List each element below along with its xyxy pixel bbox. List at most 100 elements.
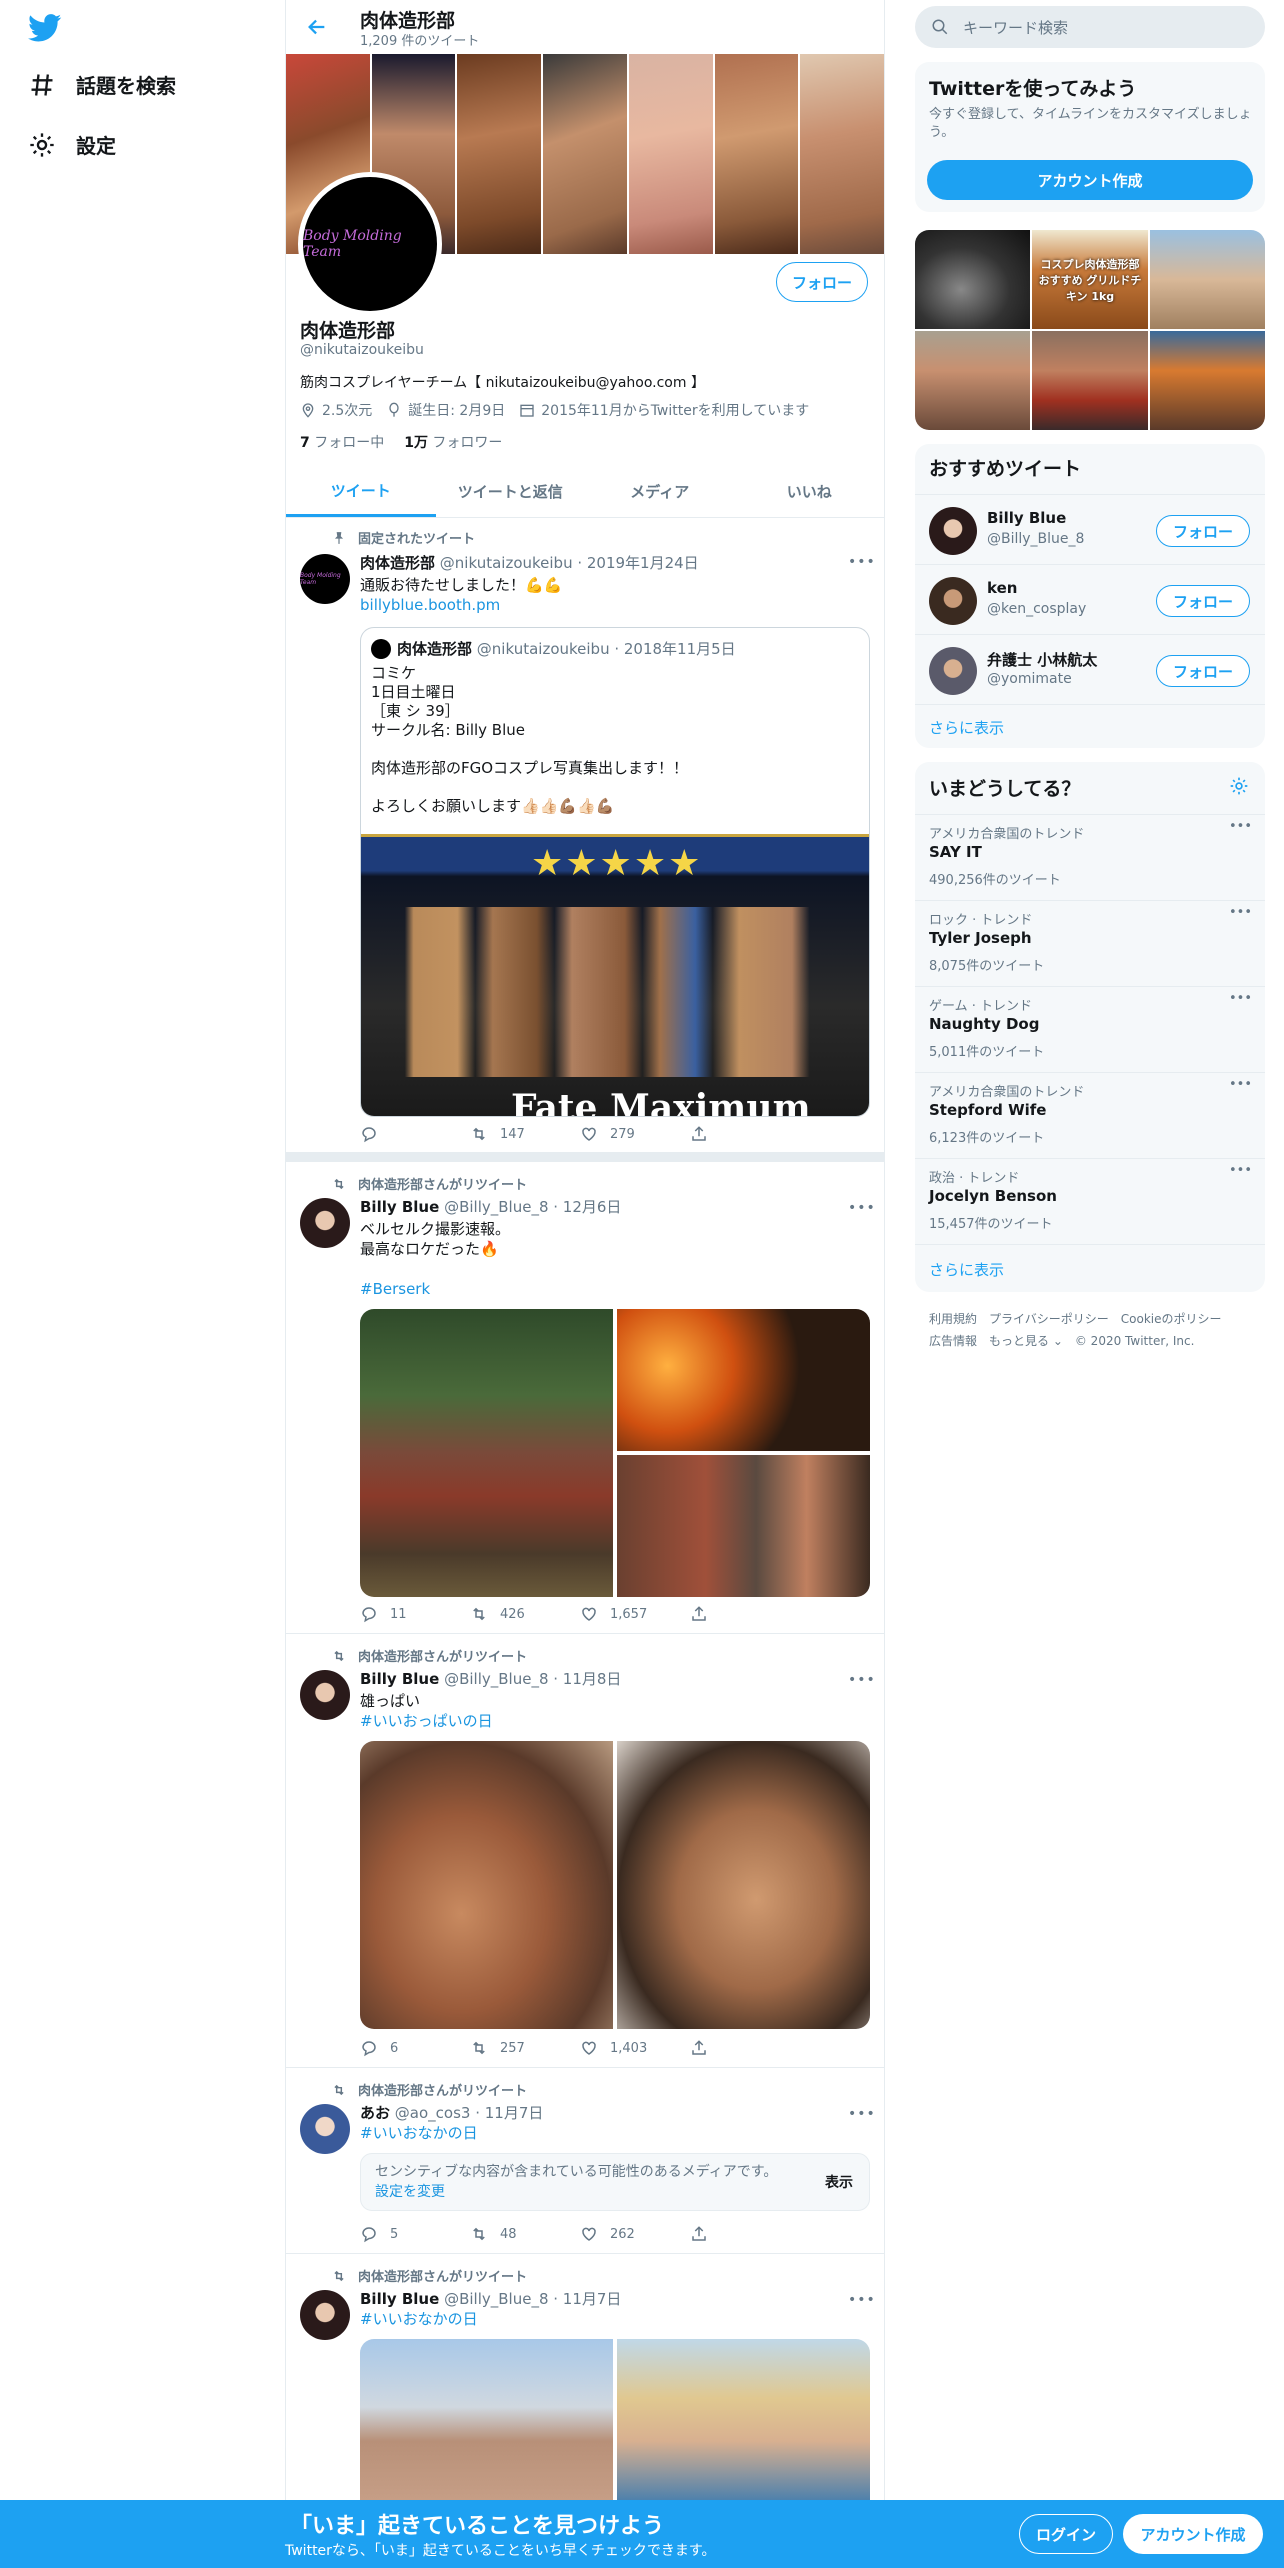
- suggestion-item[interactable]: 弁護士 小林航太 @yomimate フォロー: [915, 634, 1265, 704]
- trends-show-more[interactable]: さらに表示: [915, 1244, 1265, 1292]
- nav-explore[interactable]: 話題を検索: [28, 70, 176, 99]
- retweet-button[interactable]: 147: [470, 1124, 580, 1144]
- reply-button[interactable]: [360, 1124, 470, 1144]
- trend-item[interactable]: ロック · トレンド Tyler Joseph 8,075件のツイート •••: [915, 900, 1265, 986]
- share-button[interactable]: [690, 1604, 800, 1624]
- like-button[interactable]: 279: [580, 1124, 690, 1144]
- tweet-retweet[interactable]: 肉体造形部さんがリツイート Billy Blue @Billy_Blue_8 ·…: [286, 2254, 884, 2509]
- tweet-hashtag[interactable]: #いいおっぱいの日: [360, 1711, 870, 1731]
- reply-button[interactable]: 6: [360, 2038, 470, 2058]
- like-button[interactable]: 1,403: [580, 2038, 690, 2058]
- gallery-photo[interactable]: [1150, 230, 1265, 329]
- share-button[interactable]: [690, 2224, 800, 2244]
- like-button[interactable]: 1,657: [580, 1604, 690, 1624]
- trend-item[interactable]: 政治 · トレンド Jocelyn Benson 15,457件のツイート ••…: [915, 1158, 1265, 1244]
- suggestion-follow-button[interactable]: フォロー: [1156, 585, 1250, 617]
- quoted-tweet[interactable]: 肉体造形部 @nikutaizoukeibu · 2018年11月5日 コミケ …: [360, 627, 870, 1117]
- suggestion-item[interactable]: Billy Blue @Billy_Blue_8 フォロー: [915, 494, 1265, 564]
- tab-tweets[interactable]: ツイート: [286, 466, 436, 517]
- tweet-avatar[interactable]: [300, 1198, 350, 1248]
- create-account-button[interactable]: アカウント作成: [927, 160, 1253, 200]
- footer-line[interactable]: 広告情報 もっと見る ⌄ © 2020 Twitter, Inc.: [929, 1330, 1259, 1352]
- tweet-author-name[interactable]: Billy Blue: [360, 1670, 439, 1688]
- footer-line[interactable]: 利用規約 プライバシーポリシー Cookieのポリシー: [929, 1308, 1259, 1330]
- trend-item[interactable]: アメリカ合衆国のトレンド Stepford Wife 6,123件のツイート •…: [915, 1072, 1265, 1158]
- media-photo[interactable]: [360, 1741, 613, 2029]
- trend-more-icon[interactable]: •••: [1229, 1077, 1252, 1092]
- tweet-meta: @Billy_Blue_8 · 11月7日: [444, 2290, 622, 2308]
- show-media-button[interactable]: 表示: [825, 2172, 853, 2192]
- trend-more-icon[interactable]: •••: [1229, 819, 1252, 834]
- gallery-photo[interactable]: [1032, 331, 1148, 430]
- tweet-author-name[interactable]: Billy Blue: [360, 2290, 439, 2308]
- media-photo[interactable]: [617, 1309, 870, 1451]
- nav-settings[interactable]: 設定: [28, 130, 116, 159]
- tweet-more-icon[interactable]: •••: [848, 2292, 875, 2308]
- settings-gear-icon[interactable]: [1229, 776, 1249, 796]
- suggestion-item[interactable]: ken @ken_cosplay フォロー: [915, 564, 1265, 634]
- footer-links[interactable]: 利用規約 プライバシーポリシー Cookieのポリシー 広告情報 もっと見る ⌄…: [929, 1308, 1259, 1352]
- tab-media[interactable]: メディア: [585, 466, 735, 517]
- trend-more-icon[interactable]: •••: [1229, 991, 1252, 1006]
- suggestion-follow-button[interactable]: フォロー: [1156, 655, 1250, 687]
- tweet-author-name[interactable]: Billy Blue: [360, 1198, 439, 1216]
- follow-button[interactable]: フォロー: [776, 262, 868, 302]
- tweet-hashtag[interactable]: #いいおなかの日: [360, 2123, 870, 2143]
- quoted-media-image[interactable]: ★★★★★ Fate Maximum: [361, 834, 869, 1116]
- trend-item[interactable]: アメリカ合衆国のトレンド SAY IT 490,256件のツイート •••: [915, 814, 1265, 900]
- media-photo[interactable]: [617, 1741, 870, 2029]
- tweet-more-icon[interactable]: •••: [848, 1672, 875, 1688]
- tweet-pinned[interactable]: 固定されたツイート Body Molding Team 肉体造形部 @nikut…: [286, 518, 884, 1162]
- gallery-photo[interactable]: [1150, 331, 1265, 430]
- tweet-author-name[interactable]: あお: [360, 2104, 390, 2122]
- tweet-retweet[interactable]: 肉体造形部さんがリツイート Billy Blue @Billy_Blue_8 ·…: [286, 1634, 884, 2068]
- login-button[interactable]: ログイン: [1019, 2514, 1113, 2554]
- reply-button[interactable]: 5: [360, 2224, 470, 2244]
- trend-more-icon[interactable]: •••: [1229, 1163, 1252, 1178]
- tweet-retweet[interactable]: 肉体造形部さんがリツイート あお @ao_cos3 · 11月7日 #いいおなか…: [286, 2068, 884, 2254]
- bottom-signup-button[interactable]: アカウント作成: [1123, 2514, 1263, 2554]
- tweet-link[interactable]: billyblue.booth.pm: [360, 595, 870, 615]
- tweet-author-name[interactable]: 肉体造形部: [360, 554, 435, 572]
- tab-likes[interactable]: いいね: [735, 466, 885, 517]
- retweet-button[interactable]: 48: [470, 2224, 580, 2244]
- tweet-avatar[interactable]: [300, 2104, 350, 2154]
- trend-count: 8,075件のツイート: [929, 959, 1045, 974]
- like-button[interactable]: 262: [580, 2224, 690, 2244]
- tweet-hashtag[interactable]: #Berserk: [360, 1279, 870, 1299]
- tweet-avatar[interactable]: [300, 1670, 350, 1720]
- change-settings-link[interactable]: 設定を変更: [375, 2184, 445, 2200]
- tab-tweets-replies[interactable]: ツイートと返信: [436, 466, 586, 517]
- tweet-hashtag[interactable]: #いいおなかの日: [360, 2309, 870, 2329]
- tweet-more-icon[interactable]: •••: [848, 1200, 875, 1216]
- back-arrow-icon[interactable]: [306, 16, 328, 38]
- tweet-more-icon[interactable]: •••: [848, 2106, 875, 2122]
- media-photo[interactable]: [617, 1455, 870, 1597]
- tweet-context: 肉体造形部さんがリツイート: [330, 1174, 527, 1193]
- twitter-logo-icon[interactable]: [28, 14, 62, 42]
- media-photo[interactable]: [360, 1309, 613, 1597]
- share-button[interactable]: [690, 1124, 800, 1144]
- search-box[interactable]: キーワード検索: [915, 6, 1265, 48]
- gallery-photo[interactable]: コスプレ肉体造形部おすすめ グリルドチキン 1kg: [1032, 230, 1148, 329]
- suggestion-follow-button[interactable]: フォロー: [1156, 515, 1250, 547]
- trend-more-icon[interactable]: •••: [1229, 905, 1252, 920]
- profile-avatar[interactable]: Body Molding Team: [298, 172, 442, 316]
- suggestions-show-more[interactable]: さらに表示: [915, 704, 1265, 748]
- followers-link[interactable]: 1万 フォロワー: [404, 432, 502, 452]
- share-button[interactable]: [690, 2038, 800, 2058]
- tweet-more-icon[interactable]: •••: [848, 554, 875, 570]
- gallery-photo[interactable]: [915, 230, 1030, 329]
- media-photo[interactable]: [360, 2339, 613, 2509]
- retweet-button[interactable]: 426: [470, 1604, 580, 1624]
- quoted-line: サークル名: Billy Blue: [371, 721, 526, 739]
- following-link[interactable]: 7 フォロー中: [300, 432, 384, 452]
- reply-button[interactable]: 11: [360, 1604, 470, 1624]
- trend-item[interactable]: ゲーム · トレンド Naughty Dog 5,011件のツイート •••: [915, 986, 1265, 1072]
- gallery-photo[interactable]: [915, 331, 1030, 430]
- media-photo[interactable]: [617, 2339, 870, 2509]
- tweet-retweet[interactable]: 肉体造形部さんがリツイート Billy Blue @Billy_Blue_8 ·…: [286, 1162, 884, 1634]
- tweet-avatar[interactable]: [300, 2290, 350, 2340]
- tweet-avatar[interactable]: Body Molding Team: [300, 554, 350, 604]
- retweet-button[interactable]: 257: [470, 2038, 580, 2058]
